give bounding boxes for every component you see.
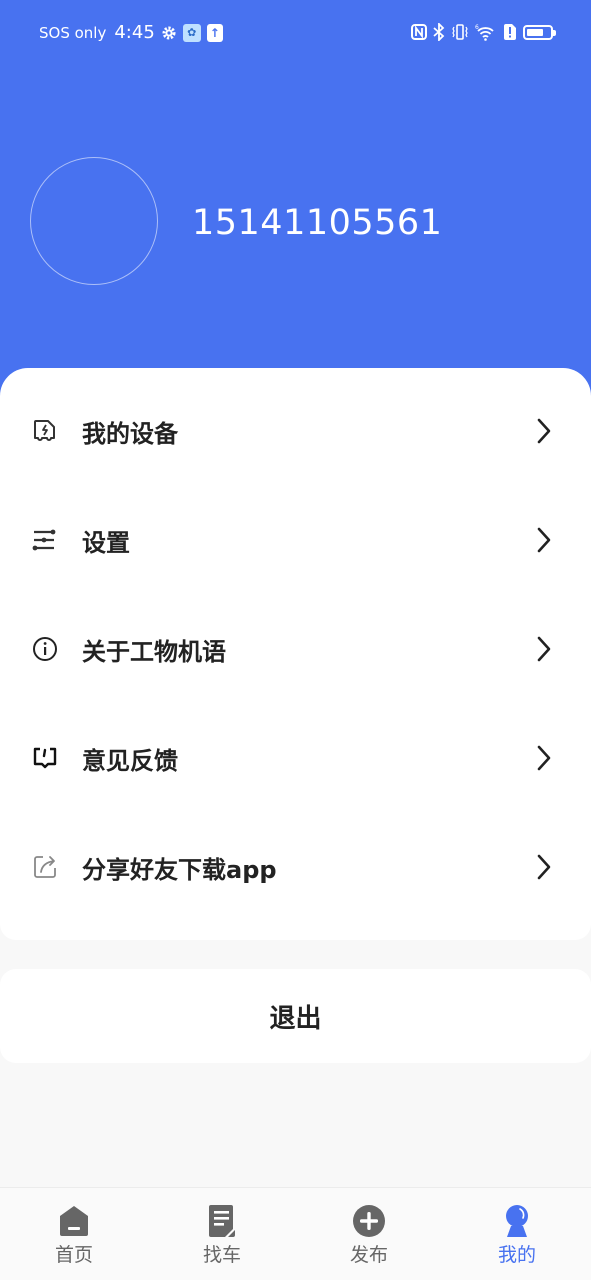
tab-home[interactable]: 首页 — [0, 1188, 148, 1280]
bottom-tab-bar: 首页 找车 发布 我的 — [0, 1187, 591, 1280]
battery-icon — [523, 24, 556, 40]
chevron-right-icon — [533, 852, 555, 882]
tab-find-car[interactable]: 找车 — [148, 1188, 296, 1280]
tab-label: 找车 — [202, 1244, 241, 1266]
chevron-right-icon — [533, 634, 555, 664]
menu-item-settings[interactable]: 设置 — [0, 490, 591, 590]
vibrate-icon — [451, 23, 469, 41]
menu-item-about[interactable]: 关于工物机语 — [0, 599, 591, 699]
person-icon — [500, 1204, 534, 1238]
user-phone-number: 15141105561 — [192, 203, 443, 243]
menu-item-label: 分享好友下载app — [82, 855, 277, 884]
sim-alert-icon — [503, 23, 517, 41]
nfc-icon — [411, 24, 427, 40]
menu-item-label: 设置 — [82, 528, 130, 557]
menu-item-share[interactable]: 分享好友下载app — [0, 817, 591, 917]
gear-icon — [161, 25, 177, 41]
wifi-6-icon: 6 — [475, 23, 497, 41]
menu-item-my-devices[interactable]: 我的设备 — [0, 381, 591, 481]
chevron-right-icon — [533, 416, 555, 446]
tab-label: 首页 — [54, 1244, 93, 1266]
chevron-right-icon — [533, 525, 555, 555]
chevron-right-icon — [533, 743, 555, 773]
avatar[interactable] — [30, 157, 158, 285]
home-icon — [57, 1204, 91, 1238]
menu-card: 我的设备 设置 关于工物机语 意见反馈 分享好友下载app — [0, 368, 591, 940]
device-icon — [31, 417, 59, 445]
clock: 4:45 — [114, 22, 155, 43]
menu-item-feedback[interactable]: 意见反馈 — [0, 708, 591, 808]
info-icon — [31, 635, 59, 663]
profile-header: SOS only 4:45 ✿ ↑ 6 15141105561 — [0, 0, 591, 420]
tab-label: 发布 — [349, 1244, 388, 1266]
tab-mine[interactable]: 我的 — [443, 1188, 591, 1280]
upload-icon: ↑ — [206, 23, 223, 42]
sliders-icon — [31, 526, 59, 554]
tab-publish[interactable]: 发布 — [295, 1188, 443, 1280]
status-bar: SOS only 4:45 ✿ ↑ 6 — [0, 18, 591, 48]
carrier-text: SOS only — [39, 23, 107, 42]
app-notification-icon: ✿ — [182, 23, 201, 42]
logout-button[interactable]: 退出 — [0, 969, 591, 1063]
menu-item-label: 意见反馈 — [82, 746, 178, 775]
bluetooth-icon — [433, 23, 445, 41]
tab-label: 我的 — [497, 1244, 536, 1266]
share-icon — [31, 853, 59, 881]
menu-item-label: 我的设备 — [82, 419, 178, 448]
document-icon — [205, 1204, 239, 1238]
plus-circle-icon — [352, 1204, 386, 1238]
feedback-icon — [31, 744, 59, 772]
menu-item-label: 关于工物机语 — [82, 637, 226, 666]
